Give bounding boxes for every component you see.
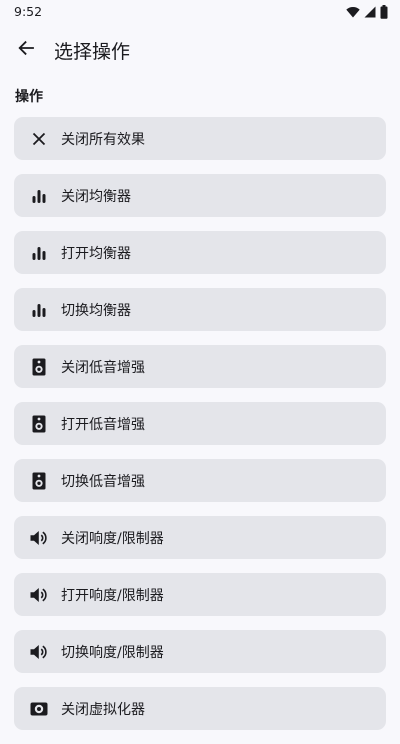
speaker-icon xyxy=(29,471,49,491)
close-icon xyxy=(29,129,49,149)
volume-icon xyxy=(29,642,49,662)
equalizer-icon xyxy=(29,243,49,263)
speaker-icon xyxy=(29,414,49,434)
action-label: 打开低音增强 xyxy=(61,416,145,433)
action-label: 切换响度/限制器 xyxy=(61,644,164,661)
action-item-disable-loudness-limiter[interactable]: 关闭响度/限制器 xyxy=(14,516,386,559)
action-label: 打开均衡器 xyxy=(61,245,131,262)
battery-icon xyxy=(380,5,388,19)
signal-icon xyxy=(364,6,376,18)
action-label: 打开响度/限制器 xyxy=(61,587,164,604)
arrow-back-icon xyxy=(17,39,35,61)
action-item-disable-equalizer[interactable]: 关闭均衡器 xyxy=(14,174,386,217)
back-button[interactable] xyxy=(12,36,40,64)
action-label: 关闭所有效果 xyxy=(61,131,145,148)
equalizer-icon xyxy=(29,186,49,206)
action-item-toggle-loudness-limiter[interactable]: 切换响度/限制器 xyxy=(14,630,386,673)
action-item-toggle-equalizer[interactable]: 切换均衡器 xyxy=(14,288,386,331)
action-item-enable-equalizer[interactable]: 打开均衡器 xyxy=(14,231,386,274)
action-item-enable-bass-boost[interactable]: 打开低音增强 xyxy=(14,402,386,445)
action-item-disable-virtualizer[interactable]: 关闭虚拟化器 xyxy=(14,687,386,730)
section-header: 操作 xyxy=(15,89,43,105)
action-list: 关闭所有效果 关闭均衡器 打开均衡器 切换均衡器 关闭低音增强 打开低音增强 切… xyxy=(14,117,386,744)
wifi-icon xyxy=(346,6,360,18)
volume-icon xyxy=(29,528,49,548)
app-bar: 选择操作 xyxy=(0,24,400,76)
action-label: 切换均衡器 xyxy=(61,302,131,319)
speaker-icon xyxy=(29,357,49,377)
status-bar: 9:52 xyxy=(0,0,400,24)
action-label: 关闭均衡器 xyxy=(61,188,131,205)
action-item-enable-loudness-limiter[interactable]: 打开响度/限制器 xyxy=(14,573,386,616)
action-label: 关闭响度/限制器 xyxy=(61,530,164,547)
page-title: 选择操作 xyxy=(54,41,131,63)
virtualizer-icon xyxy=(29,699,49,719)
action-item-disable-all-effects[interactable]: 关闭所有效果 xyxy=(14,117,386,160)
action-label: 关闭低音增强 xyxy=(61,359,145,376)
status-time: 9:52 xyxy=(14,4,43,19)
volume-icon xyxy=(29,585,49,605)
action-item-disable-bass-boost[interactable]: 关闭低音增强 xyxy=(14,345,386,388)
action-label: 关闭虚拟化器 xyxy=(61,701,145,718)
action-label: 切换低音增强 xyxy=(61,473,145,490)
equalizer-icon xyxy=(29,300,49,320)
action-item-toggle-bass-boost[interactable]: 切换低音增强 xyxy=(14,459,386,502)
status-icons xyxy=(346,4,388,20)
